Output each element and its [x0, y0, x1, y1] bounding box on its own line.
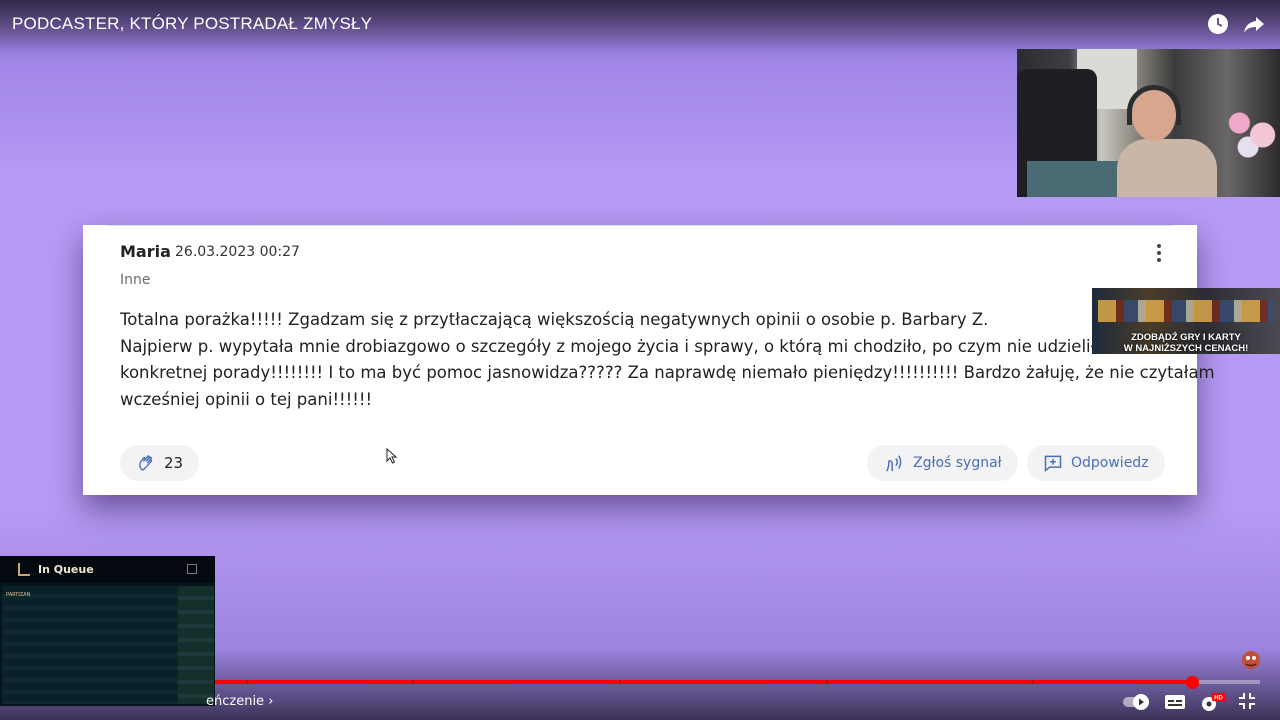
reply-icon	[1044, 455, 1062, 473]
reply-label: Odpowiedz	[1071, 455, 1149, 471]
league-subtitle: PARTIZAN	[6, 592, 31, 598]
review-line: Najpierw p. wypytała mnie drobiazgowo o …	[120, 336, 1120, 356]
queue-status: In Queue	[38, 563, 94, 576]
more-options-icon[interactable]	[1153, 242, 1165, 264]
video-title[interactable]: PODCASTER, KTÓRY POSTRADAŁ ZMYSŁY	[12, 14, 372, 34]
ad-banner[interactable]: ZDOBĄDŹ GRY I KARTY W NAJNIŻSZYCH CENACH…	[1092, 288, 1280, 354]
review-line: wcześniej opinii o tej pani!!!!!!	[120, 389, 373, 409]
chapter-marker	[246, 680, 248, 684]
chapter-marker	[619, 680, 621, 684]
like-button[interactable]: 23	[120, 445, 200, 481]
watch-later-icon[interactable]	[1206, 12, 1230, 36]
channel-mascot-icon	[1242, 651, 1260, 669]
expand-icon	[187, 564, 197, 574]
progress-played	[215, 680, 1192, 684]
review-line: Totalna porażka!!!!! Zgadzam się z przyt…	[120, 310, 989, 329]
ad-line-2: W NAJNIŻSZYCH CENACH!	[1123, 343, 1249, 354]
league-client-overlay: In Queue PARTIZAN	[0, 556, 215, 706]
report-label: Zgłoś sygnał	[913, 455, 1002, 471]
chapter-marker	[826, 680, 828, 684]
divider	[107, 225, 1173, 226]
review-text: Totalna porażka!!!!! Zgadzam się z przyt…	[120, 307, 1215, 413]
chapter-marker	[412, 680, 414, 684]
report-button[interactable]: Zgłoś sygnał	[867, 445, 1018, 481]
webcam-overlay	[1017, 49, 1280, 197]
exit-fullscreen-icon[interactable]	[1238, 692, 1256, 710]
like-count: 23	[164, 454, 184, 472]
chapter-title[interactable]: eńczenie ›	[206, 694, 273, 709]
ad-line-1: ZDOBĄDŹ GRY I KARTY	[1131, 332, 1241, 343]
league-logo-icon	[18, 563, 30, 576]
clap-icon	[139, 455, 153, 471]
reply-button[interactable]: Odpowiedz	[1027, 445, 1165, 481]
review-category: Inne	[120, 272, 151, 288]
review-author: Maria	[120, 242, 171, 261]
chapter-marker	[1032, 680, 1034, 684]
subtitles-icon[interactable]	[1164, 692, 1186, 712]
progress-scrubber[interactable]	[1186, 676, 1199, 689]
review-card: Maria 26.03.2023 00:27 Inne Totalna pora…	[83, 225, 1215, 495]
review-date: 26.03.2023 00:27	[175, 244, 300, 260]
settings-icon[interactable]: HD	[1200, 692, 1226, 714]
review-line: konkretnej porady!!!!!!!! I to ma być po…	[120, 363, 1215, 382]
mouse-cursor-icon	[386, 448, 398, 464]
autoplay-toggle-icon[interactable]	[1122, 692, 1152, 712]
hand-signal-icon	[886, 455, 902, 472]
share-icon[interactable]	[1242, 12, 1266, 36]
svg-text:HD: HD	[1214, 696, 1223, 702]
